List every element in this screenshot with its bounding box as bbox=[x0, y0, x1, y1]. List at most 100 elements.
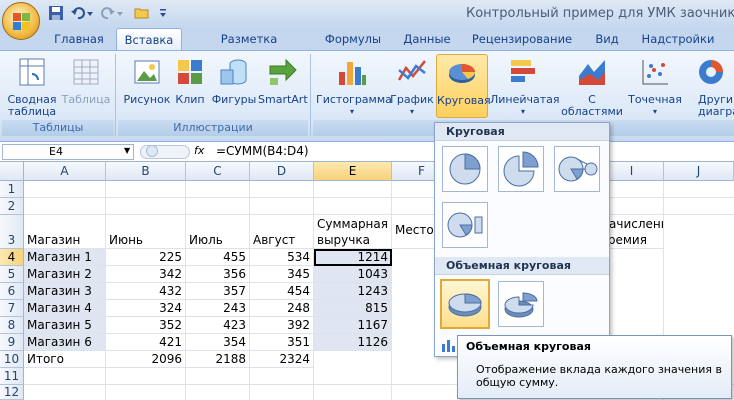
column-header-b[interactable]: B bbox=[106, 162, 186, 181]
other-charts-button[interactable]: Другидиаграмм bbox=[684, 54, 734, 118]
row-header-10[interactable]: 10 bbox=[0, 351, 24, 368]
column-header-e[interactable]: E bbox=[314, 162, 392, 181]
cell-a10[interactable]: Итого bbox=[24, 351, 106, 368]
cell-d7[interactable]: 248 bbox=[250, 300, 314, 317]
column-header-j[interactable]: J bbox=[664, 162, 734, 181]
line-chart-icon bbox=[397, 60, 426, 81]
pivot-table-button[interactable]: Сводная таблица bbox=[4, 54, 60, 118]
cell-a3[interactable]: Магазин bbox=[24, 215, 106, 249]
row-header-2[interactable]: 2 bbox=[0, 198, 24, 215]
cell-d3[interactable]: Август bbox=[250, 215, 314, 249]
tab-insert[interactable]: Вставка bbox=[116, 28, 182, 51]
cell-e7[interactable]: 815 bbox=[314, 300, 392, 317]
undo-icon[interactable] bbox=[70, 5, 86, 21]
office-logo-icon bbox=[13, 13, 30, 30]
line-chart-button[interactable]: График ▾ bbox=[390, 54, 434, 118]
customize-qat-icon[interactable] bbox=[158, 5, 168, 21]
cell-c6[interactable]: 357 bbox=[186, 283, 250, 300]
redo-icon[interactable] bbox=[100, 5, 116, 21]
cell-c4[interactable]: 455 bbox=[186, 249, 250, 266]
row-header-1[interactable]: 1 bbox=[0, 181, 24, 198]
cell-e8[interactable]: 1167 bbox=[314, 317, 392, 334]
row-header-5[interactable]: 5 bbox=[0, 266, 24, 283]
cell-c7[interactable]: 243 bbox=[186, 300, 250, 317]
pie-of-pie-chart-option[interactable] bbox=[554, 146, 600, 192]
cell-c9[interactable]: 354 bbox=[186, 334, 250, 351]
row-header-12[interactable]: 12 bbox=[0, 385, 24, 400]
tab-view[interactable]: Вид bbox=[586, 28, 628, 50]
save-icon[interactable] bbox=[48, 5, 64, 21]
column-header-c[interactable]: C bbox=[186, 162, 250, 181]
cell-c8[interactable]: 423 bbox=[186, 317, 250, 334]
row-header-7[interactable]: 7 bbox=[0, 300, 24, 317]
cell-b5[interactable]: 342 bbox=[106, 266, 186, 283]
area-chart-button[interactable]: Собластями bbox=[558, 54, 626, 118]
clip-button[interactable]: Клип bbox=[174, 54, 206, 118]
bar-of-pie-chart-option[interactable] bbox=[442, 202, 488, 248]
row-header-6[interactable]: 6 bbox=[0, 283, 24, 300]
cell-b9[interactable]: 421 bbox=[106, 334, 186, 351]
cell-e6[interactable]: 1243 bbox=[314, 283, 392, 300]
column-chart-button[interactable]: Гистограмма ▾ bbox=[316, 54, 392, 118]
cell-d6[interactable]: 454 bbox=[250, 283, 314, 300]
tab-addins[interactable]: Надстройки bbox=[638, 28, 718, 50]
cell-b6[interactable]: 432 bbox=[106, 283, 186, 300]
cell-e3[interactable]: Суммарная выручка bbox=[314, 215, 392, 249]
office-button[interactable] bbox=[2, 2, 40, 40]
table-button[interactable]: Таблица bbox=[60, 54, 112, 118]
cell-a4[interactable]: Магазин 1 bbox=[24, 249, 106, 266]
cell-e9[interactable]: 1126 bbox=[314, 334, 392, 351]
scatter-chart-button[interactable]: Точечная ▾ bbox=[626, 54, 684, 118]
all-chart-types-icon[interactable] bbox=[440, 336, 458, 354]
tab-review[interactable]: Рецензирование bbox=[470, 28, 574, 50]
pie-chart-option[interactable] bbox=[442, 146, 488, 192]
cell-a5[interactable]: Магазин 2 bbox=[24, 266, 106, 283]
column-header-d[interactable]: D bbox=[250, 162, 314, 181]
cell-b3[interactable]: Июнь bbox=[106, 215, 186, 249]
cell-c5[interactable]: 356 bbox=[186, 266, 250, 283]
cell-c10[interactable]: 2188 bbox=[186, 351, 250, 368]
cell-d5[interactable]: 345 bbox=[250, 266, 314, 283]
picture-button[interactable]: Рисунок bbox=[120, 54, 174, 118]
cell-a7[interactable]: Магазин 4 bbox=[24, 300, 106, 317]
cell-a6[interactable]: Магазин 3 bbox=[24, 283, 106, 300]
cell-d8[interactable]: 392 bbox=[250, 317, 314, 334]
3d-pie-chart-option[interactable] bbox=[440, 279, 490, 329]
undo-dropdown-icon[interactable] bbox=[86, 5, 94, 21]
exploded-pie-chart-option[interactable] bbox=[498, 146, 544, 192]
cell-e5[interactable]: 1043 bbox=[314, 266, 392, 283]
tab-data[interactable]: Данные bbox=[398, 28, 456, 50]
cell-a8[interactable]: Магазин 5 bbox=[24, 317, 106, 334]
cell-b4[interactable]: 225 bbox=[106, 249, 186, 266]
cell-d9[interactable]: 351 bbox=[250, 334, 314, 351]
tab-page-layout[interactable]: Разметка страницы bbox=[190, 28, 308, 68]
cell-b10[interactable]: 2096 bbox=[106, 351, 186, 368]
insert-function-icon[interactable]: fx bbox=[194, 144, 210, 157]
name-box-dropdown-icon[interactable]: ▼ bbox=[124, 146, 130, 155]
formula-input[interactable]: =СУММ(B4:D4) bbox=[216, 144, 309, 158]
cell-d10[interactable]: 2324 bbox=[250, 351, 314, 368]
cell-b8[interactable]: 352 bbox=[106, 317, 186, 334]
row-header-9[interactable]: 9 bbox=[0, 334, 24, 351]
row-header-8[interactable]: 8 bbox=[0, 317, 24, 334]
row-header-11[interactable]: 11 bbox=[0, 368, 24, 385]
select-all-corner[interactable] bbox=[0, 162, 24, 181]
row-header-3[interactable]: 3 bbox=[0, 215, 24, 249]
redo-dropdown-icon[interactable] bbox=[116, 5, 124, 21]
row-header-4[interactable]: 4 bbox=[0, 249, 24, 266]
shapes-button[interactable]: Фигуры bbox=[210, 54, 258, 118]
tab-home[interactable]: Главная bbox=[50, 28, 108, 50]
pie-chart-button[interactable]: Круговая bbox=[436, 54, 491, 118]
exploded-3d-pie-chart-option[interactable] bbox=[498, 281, 544, 327]
open-folder-icon[interactable] bbox=[134, 5, 150, 21]
name-box[interactable]: E4 bbox=[2, 144, 134, 160]
bar-chart-button[interactable]: Линейчатая ▾ bbox=[490, 54, 560, 118]
tab-formulas[interactable]: Формулы bbox=[320, 28, 386, 50]
cell-d4[interactable]: 534 bbox=[250, 249, 314, 266]
scatter-chart-dropdown-icon: ▾ bbox=[652, 107, 657, 116]
column-header-a[interactable]: A bbox=[24, 162, 106, 181]
cell-a9[interactable]: Магазин 6 bbox=[24, 334, 106, 351]
cell-c3[interactable]: Июль bbox=[186, 215, 250, 249]
smartart-button[interactable]: SmartArt bbox=[258, 54, 308, 118]
cell-b7[interactable]: 324 bbox=[106, 300, 186, 317]
